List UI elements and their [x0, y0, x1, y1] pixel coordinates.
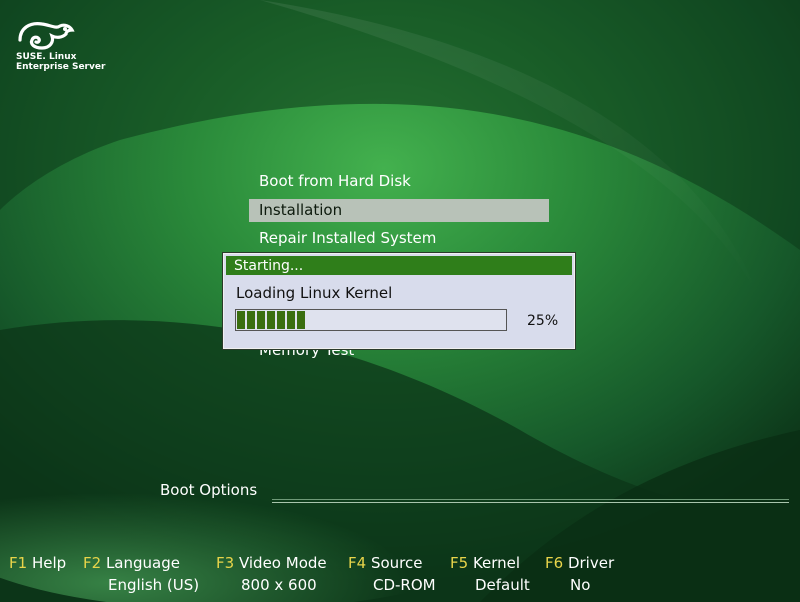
progress-segment	[277, 311, 285, 329]
menu-item-repair-system[interactable]: Repair Installed System	[249, 227, 549, 250]
driver-value: No	[570, 576, 591, 594]
chameleon-icon	[18, 22, 75, 50]
video-mode-value: 800 x 600	[241, 576, 317, 594]
logo-line-2: Enterprise Server	[16, 62, 106, 72]
fkey-f5-label: Kernel	[472, 554, 521, 572]
f6-driver-key[interactable]: F6 Driver	[545, 554, 614, 572]
progress-segment	[237, 311, 245, 329]
fkey-f2-label: Language	[105, 554, 180, 572]
f3-video-mode-key[interactable]: F3 Video Mode	[216, 554, 327, 572]
dialog-message: Loading Linux Kernel	[236, 284, 393, 302]
fkey-f5: F5	[450, 554, 469, 572]
f1-help-key[interactable]: F1 Help	[9, 554, 66, 572]
fkey-f4: F4	[348, 554, 367, 572]
fkey-f4-label: Source	[370, 554, 423, 572]
fkey-f1: F1	[9, 554, 28, 572]
boot-options-input[interactable]	[272, 499, 789, 503]
progress-segment	[297, 311, 305, 329]
fkey-f3-label: Video Mode	[238, 554, 327, 572]
fkey-f6-label: Driver	[567, 554, 615, 572]
boot-options-label: Boot Options	[160, 481, 258, 499]
f2-language-key[interactable]: F2 Language	[83, 554, 180, 572]
progress-segment	[287, 311, 295, 329]
progress-segment	[257, 311, 265, 329]
progress-fill	[237, 311, 305, 329]
source-value: CD-ROM	[373, 576, 436, 594]
logo-line-1: SUSE. Linux	[16, 52, 77, 62]
f4-source-key[interactable]: F4 Source	[348, 554, 422, 572]
f5-kernel-key[interactable]: F5 Kernel	[450, 554, 520, 572]
kernel-value: Default	[475, 576, 530, 594]
fkey-f1-label: Help	[31, 554, 67, 572]
progress-segment	[267, 311, 275, 329]
fkey-f6: F6	[545, 554, 564, 572]
suse-logo: SUSE. Linux Enterprise Server	[16, 18, 105, 72]
progress-percent: 25%	[527, 313, 559, 329]
progress-dialog: Starting... Loading Linux Kernel 25%	[223, 253, 575, 349]
language-value: English (US)	[108, 576, 200, 594]
menu-item-installation[interactable]: Installation	[249, 199, 549, 222]
fkey-f2: F2	[83, 554, 102, 572]
fkey-f3: F3	[216, 554, 235, 572]
progress-bar	[235, 309, 507, 331]
menu-item-boot-hard-disk[interactable]: Boot from Hard Disk	[249, 170, 549, 193]
progress-segment	[247, 311, 255, 329]
dialog-title: Starting...	[226, 256, 572, 275]
